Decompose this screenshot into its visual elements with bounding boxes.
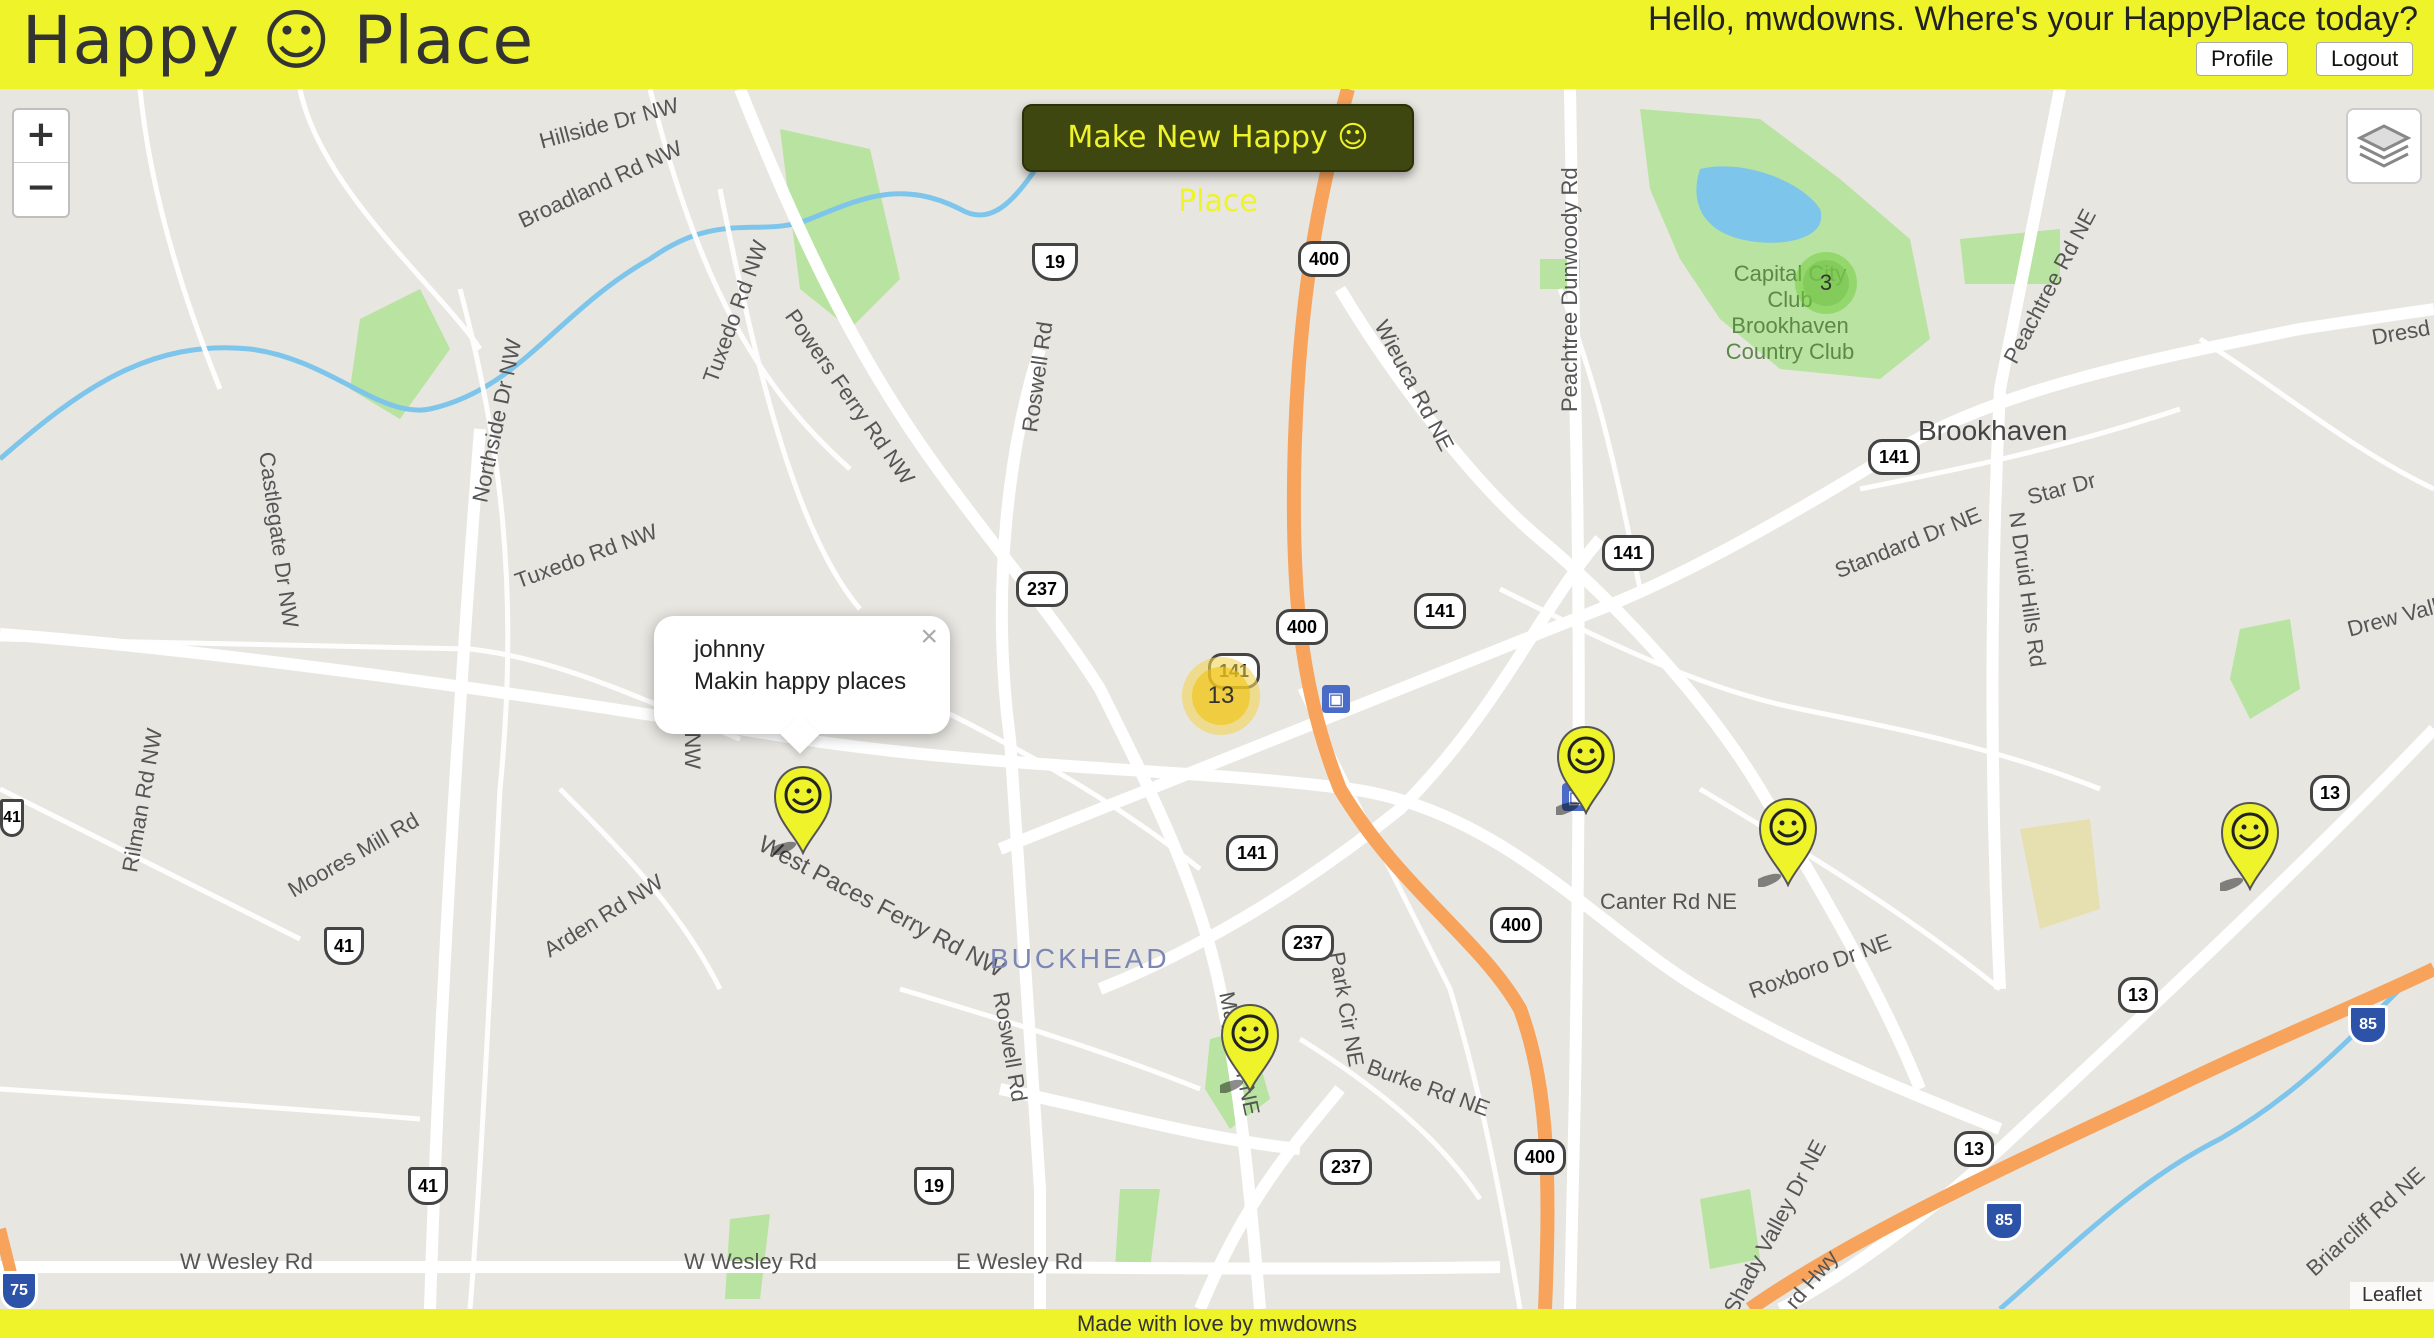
place-label-brookhaven: Brookhaven xyxy=(1918,415,2068,446)
marker-popup: johnny Makin happy places × xyxy=(654,616,950,754)
map-label: Peachtree Dunwoody Rd xyxy=(1557,167,1582,412)
footer: Made with love by mwdowns xyxy=(0,1309,2434,1338)
map-canvas[interactable]: 400 19 237 141 400 141 141 141 141 400 2… xyxy=(0,89,2434,1309)
park-area xyxy=(2230,619,2300,719)
happy-place-pin[interactable] xyxy=(2220,801,2280,891)
make-new-happy-place-button[interactable]: Make New Happy ☺ Place xyxy=(1022,104,1414,219)
map-label: E Wesley Rd xyxy=(956,1249,1083,1274)
profile-button[interactable]: Profile xyxy=(2196,42,2289,76)
route-shield: 400 xyxy=(1490,907,1542,943)
route-shield: 141 xyxy=(1868,439,1920,475)
layers-icon xyxy=(2356,124,2412,168)
park-area xyxy=(1115,1189,1160,1269)
route-shield: 19 xyxy=(914,1167,954,1205)
happy-place-pin[interactable] xyxy=(773,765,833,855)
route-shield: 13 xyxy=(1954,1131,1994,1167)
popup-close-button[interactable]: × xyxy=(920,620,938,654)
park-area xyxy=(350,289,450,419)
route-shield: 41 xyxy=(0,799,24,837)
land-area xyxy=(2020,819,2100,929)
happy-place-pin[interactable] xyxy=(1556,725,1616,815)
route-shield: 400 xyxy=(1298,241,1350,277)
map-label: W Wesley Rd xyxy=(180,1249,313,1274)
route-shield: 41 xyxy=(408,1167,448,1205)
zoom-control: + − xyxy=(12,108,70,218)
map-label: W Wesley Rd xyxy=(684,1249,817,1274)
transit-station-icon: ▣ xyxy=(1322,685,1350,713)
zoom-in-button[interactable]: + xyxy=(14,110,68,162)
cluster-count: 3 xyxy=(1803,260,1849,306)
route-shield: 13 xyxy=(2118,977,2158,1013)
route-shield: 400 xyxy=(1276,609,1328,645)
logout-button[interactable]: Logout xyxy=(2316,42,2414,76)
map-attribution[interactable]: Leaflet xyxy=(2349,1282,2434,1309)
water-creek xyxy=(0,107,1082,461)
place-label-buckhead: BUCKHEAD xyxy=(990,943,1170,974)
route-shield: 19 xyxy=(1032,243,1078,281)
interstate-shield: 75 xyxy=(0,1271,38,1309)
marker-cluster-large[interactable]: 13 xyxy=(1182,657,1260,735)
route-shield: 13 xyxy=(2310,775,2350,811)
route-shield: 237 xyxy=(1320,1149,1372,1185)
layers-control-button[interactable] xyxy=(2346,108,2422,184)
interstate-shield: 85 xyxy=(1984,1201,2024,1241)
happy-place-pin[interactable] xyxy=(1758,797,1818,887)
map-label: Canter Rd NE xyxy=(1600,889,1737,914)
route-shield: 237 xyxy=(1016,571,1068,607)
popup-description: Makin happy places xyxy=(694,668,907,695)
user-greeting: Hello, mwdowns. Where's your HappyPlace … xyxy=(1648,0,2418,38)
route-shield: 41 xyxy=(324,927,364,965)
route-shield: 141 xyxy=(1414,593,1466,629)
header-bar: Happy ☺ Place Hello, mwdowns. Where's yo… xyxy=(0,0,2434,89)
happy-place-pin[interactable] xyxy=(1220,1003,1280,1093)
cluster-count: 13 xyxy=(1192,667,1250,725)
route-shield: 141 xyxy=(1226,835,1278,871)
app-logo[interactable]: Happy ☺ Place xyxy=(22,2,534,79)
route-shield: 141 xyxy=(1602,535,1654,571)
marker-cluster-small[interactable]: 3 xyxy=(1795,252,1857,314)
interstate-shield: 85 xyxy=(2348,1005,2388,1045)
route-shield: 400 xyxy=(1514,1139,1566,1175)
popup-user-name: johnny xyxy=(694,636,765,663)
zoom-out-button[interactable]: − xyxy=(14,162,68,215)
